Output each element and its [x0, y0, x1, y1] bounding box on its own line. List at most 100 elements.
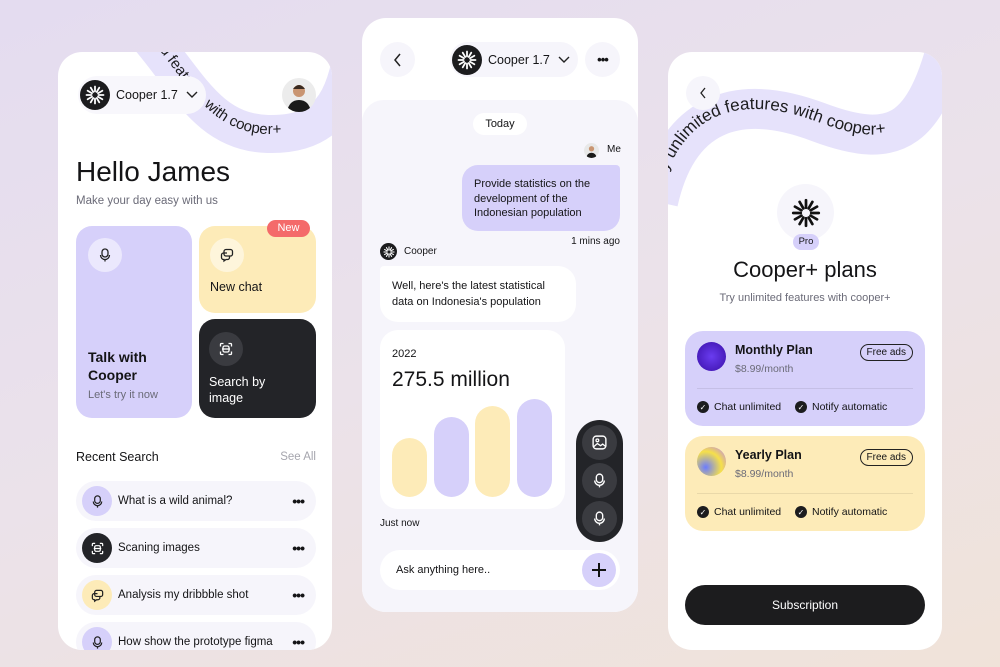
check-icon: ✓: [697, 506, 709, 518]
pro-badge: Pro: [793, 234, 819, 250]
user-message-time: 1 mins ago: [571, 236, 620, 247]
cooper-logo-icon: [452, 44, 482, 75]
new-badge: New: [267, 220, 310, 237]
recent-search-label: Analysis my dribbble shot: [118, 589, 249, 601]
plans-title: Cooper+ plans: [733, 257, 877, 282]
cooper-logo-icon: [777, 184, 834, 241]
plan-card-monthly[interactable]: Monthly Plan $8.99/month Free ads ✓ Chat …: [685, 331, 925, 426]
plan-price: $8.99/month: [735, 468, 794, 480]
chevron-down-icon: [186, 91, 198, 99]
talk-with-cooper-card[interactable]: Talk with Cooper Let's try it now: [76, 226, 192, 418]
plan-name: Monthly Plan: [735, 343, 813, 357]
search-by-image-card[interactable]: Search by image: [199, 319, 316, 418]
microphone-action-button[interactable]: [582, 463, 617, 498]
more-options-icon[interactable]: •••: [292, 493, 305, 509]
card-title: Search by image: [209, 375, 266, 405]
microphone-icon: [82, 486, 112, 516]
more-options-icon[interactable]: •••: [292, 540, 305, 556]
input-placeholder: Ask anything here..: [396, 564, 491, 576]
plan-feature: ✓ Chat unlimited: [697, 401, 781, 413]
microphone-action-button[interactable]: [582, 501, 617, 536]
chat-area: Today Me Provide statistics on the devel…: [362, 100, 638, 612]
new-chat-card[interactable]: New chat: [199, 226, 316, 313]
add-button[interactable]: [582, 553, 616, 587]
model-selector[interactable]: Cooper 1.7: [78, 76, 206, 114]
population-stat-card: 2022 275.5 million: [380, 330, 565, 509]
microphone-icon: [591, 510, 608, 527]
card-title: Talk with Cooper: [88, 349, 147, 383]
recent-search-title: Recent Search: [76, 450, 159, 464]
check-icon: ✓: [795, 401, 807, 413]
cooper-logo-icon: [380, 243, 397, 260]
recent-search-item[interactable]: How show the prototype figma •••: [76, 622, 316, 650]
chart-bar: [433, 416, 469, 497]
greeting-subtitle: Make your day easy with us: [76, 195, 218, 207]
stat-value: 275.5 million: [392, 368, 510, 391]
divider: [697, 493, 913, 494]
chat-bubbles-icon: [82, 580, 112, 610]
feature-label: Chat unlimited: [714, 401, 782, 413]
microphone-icon: [591, 472, 608, 489]
cooper-logo-icon: [80, 80, 110, 110]
image-icon: [591, 434, 608, 451]
more-options-button[interactable]: •••: [585, 42, 620, 77]
recent-search-label: What is a wild animal?: [118, 495, 233, 507]
chat-screen: Cooper 1.7 ••• Today Me Provide statisti…: [362, 18, 638, 612]
microphone-icon: [82, 627, 112, 650]
scan-icon: [209, 332, 243, 366]
plan-card-yearly[interactable]: Yearly Plan $8.99/month Free ads ✓ Chat u…: [685, 436, 925, 531]
subscription-button[interactable]: Subscription: [685, 585, 925, 625]
check-icon: ✓: [795, 506, 807, 518]
greeting: Hello James: [76, 156, 231, 187]
date-pill: Today: [473, 113, 527, 135]
microphone-icon: [88, 238, 122, 272]
sender-me: Me: [607, 144, 621, 155]
more-options-icon[interactable]: •••: [292, 634, 305, 650]
stat-year: 2022: [392, 348, 417, 360]
plan-feature: ✓ Notify automatic: [795, 401, 887, 413]
image-action-button[interactable]: [582, 425, 617, 460]
chevron-down-icon: [558, 56, 570, 64]
plan-tag: Free ads: [859, 344, 913, 361]
plans-screen: Try unlimited features with cooper+ Pro …: [668, 52, 942, 650]
back-button[interactable]: [686, 76, 720, 110]
back-button[interactable]: [380, 42, 415, 77]
model-selector[interactable]: Cooper 1.7: [450, 42, 578, 77]
plans-subtitle: Try unlimited features with cooper+: [719, 292, 891, 304]
see-all-link[interactable]: See All: [280, 451, 316, 463]
feature-label: Notify automatic: [812, 506, 888, 518]
card-title: New chat: [210, 280, 263, 294]
quick-actions-menu: [576, 420, 623, 542]
recent-search-item[interactable]: Analysis my dribbble shot •••: [76, 575, 316, 615]
bot-message-bubble: Well, here's the latest statistical data…: [380, 266, 576, 322]
model-name: Cooper 1.7: [488, 52, 550, 67]
bot-name: Cooper: [404, 246, 437, 257]
plan-tag: Free ads: [859, 449, 913, 466]
recent-search-item[interactable]: What is a wild animal? •••: [76, 481, 316, 521]
plan-price: $8.99/month: [735, 363, 794, 375]
feature-label: Chat unlimited: [714, 506, 782, 518]
chart-bar: [392, 438, 427, 497]
feature-label: Notify automatic: [812, 401, 888, 413]
chart-bar: [475, 405, 510, 497]
chart-bar: [516, 399, 552, 497]
plan-feature: ✓ Chat unlimited: [697, 506, 781, 518]
recent-search-label: Scaning images: [118, 542, 200, 554]
avatar[interactable]: [282, 78, 316, 112]
user-avatar: [584, 143, 599, 158]
plan-feature: ✓ Notify automatic: [795, 506, 887, 518]
plan-icon: [697, 447, 726, 476]
recent-search-label: How show the prototype figma: [118, 636, 273, 648]
recent-search-item[interactable]: Scaning images •••: [76, 528, 316, 568]
divider: [697, 388, 913, 389]
scan-icon: [82, 533, 112, 563]
chat-bubbles-icon: [210, 238, 244, 272]
plan-icon: [697, 342, 726, 371]
bot-message-time: Just now: [380, 518, 420, 529]
check-icon: ✓: [697, 401, 709, 413]
more-options-icon[interactable]: •••: [292, 587, 305, 603]
user-message-bubble: Provide statistics on the development of…: [462, 165, 620, 231]
plan-name: Yearly Plan: [735, 448, 802, 462]
home-screen: Try unlimited features with cooper+ Coop…: [58, 52, 332, 650]
card-subtitle: Let's try it now: [88, 389, 158, 401]
